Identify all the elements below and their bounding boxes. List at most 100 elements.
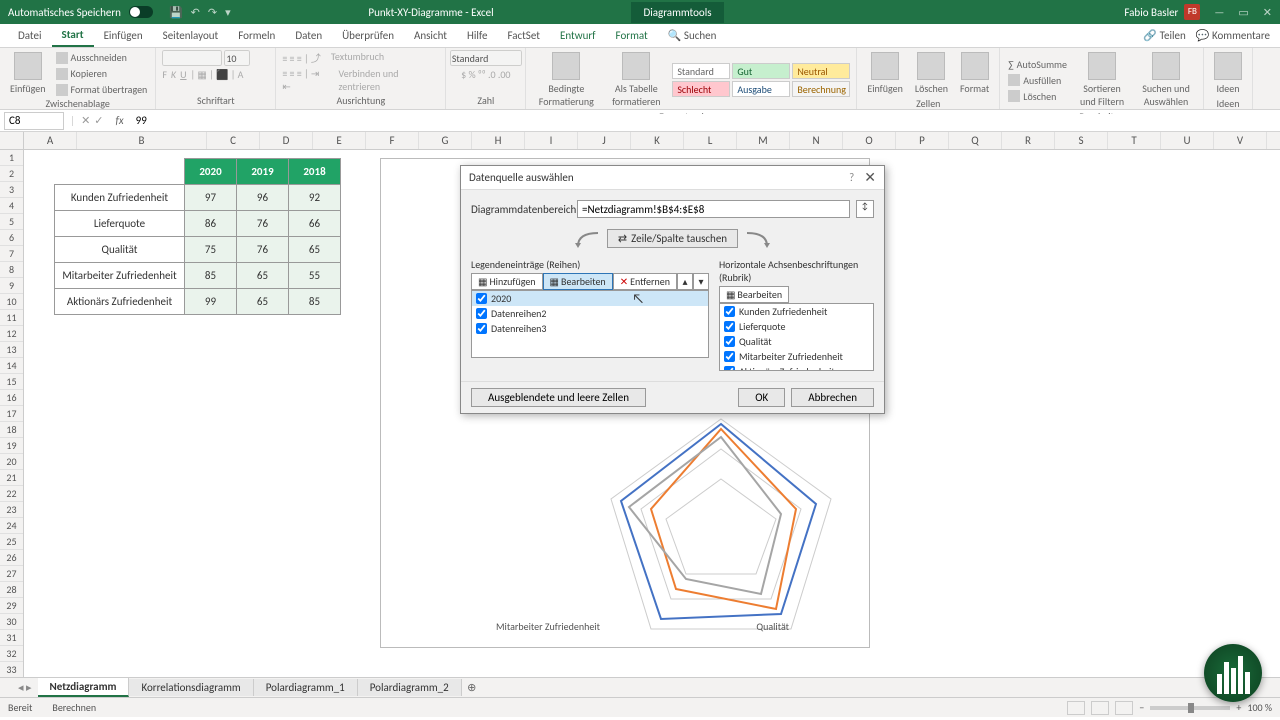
minimize-icon[interactable]: — [1214, 6, 1224, 19]
col-header[interactable]: G [419, 132, 472, 149]
row-header[interactable]: 30 [0, 614, 23, 630]
row-header[interactable]: 33 [0, 662, 23, 677]
row-header[interactable]: 31 [0, 630, 23, 646]
search-box[interactable]: 🔍 Suchen [658, 25, 727, 46]
row-header[interactable]: 28 [0, 582, 23, 598]
row-header[interactable]: 20 [0, 454, 23, 470]
conditional-formatting-button[interactable]: Bedingte Formatierung [532, 50, 600, 110]
comments-button[interactable]: 💬 Kommentare [1196, 29, 1270, 42]
row-header[interactable]: 22 [0, 486, 23, 502]
format-as-table-button[interactable]: Als Tabelle formatieren [604, 50, 668, 110]
row-label[interactable]: Lieferquote [55, 211, 185, 237]
col-header[interactable]: O [843, 132, 896, 149]
sheet-tab[interactable]: Polardiagramm_1 [254, 679, 358, 696]
row-header[interactable]: 18 [0, 422, 23, 438]
font-name[interactable] [162, 50, 222, 66]
sheet-tab[interactable]: Netzdiagramm [38, 678, 130, 697]
copy-button[interactable]: Kopieren [54, 66, 150, 81]
row-header[interactable]: 10 [0, 294, 23, 310]
normal-view-button[interactable] [1067, 701, 1085, 715]
tab-datei[interactable]: Datei [8, 25, 52, 46]
fx-icon[interactable]: fx [116, 114, 124, 127]
year-header[interactable]: 2018 [289, 159, 341, 185]
delete-cells-button[interactable]: Löschen [911, 50, 952, 97]
sheet-tab[interactable]: Korrelationsdiagramm [129, 679, 253, 696]
tab-factset[interactable]: FactSet [497, 25, 550, 46]
dialog-close-icon[interactable]: ✕ [864, 169, 876, 186]
tab-ansicht[interactable]: Ansicht [404, 25, 457, 46]
year-header[interactable]: 2019 [237, 159, 289, 185]
save-icon[interactable]: 💾 [169, 6, 183, 19]
col-header[interactable]: L [684, 132, 737, 149]
cancel-button[interactable]: Abbrechen [791, 388, 874, 407]
remove-series-button[interactable]: ✕ Entfernen [613, 273, 677, 290]
cancel-formula-icon[interactable]: ✕ [81, 114, 90, 127]
row-header[interactable]: 1 [0, 150, 23, 166]
col-header[interactable]: T [1108, 132, 1161, 149]
edit-series-button[interactable]: ▦ Bearbeiten [543, 273, 613, 290]
find-select-button[interactable]: Suchen und Auswählen [1135, 50, 1197, 110]
row-header[interactable]: 23 [0, 502, 23, 518]
zoom-out-button[interactable]: − [1139, 701, 1144, 714]
hidden-cells-button[interactable]: Ausgeblendete und leere Zellen [471, 388, 646, 407]
row-label[interactable]: Mitarbeiter Zufriedenheit [55, 263, 185, 289]
formula-input[interactable] [132, 114, 1280, 127]
font-size[interactable] [224, 50, 250, 66]
tab-formeln[interactable]: Formeln [228, 25, 285, 46]
number-format[interactable] [450, 50, 522, 66]
qat-more-icon[interactable]: ▾ [225, 6, 231, 19]
col-header[interactable]: U [1161, 132, 1214, 149]
row-header[interactable]: 8 [0, 262, 23, 278]
format-painter-button[interactable]: Format übertragen [54, 82, 150, 97]
col-header[interactable]: C [207, 132, 260, 149]
collapse-dialog-icon[interactable]: ↕ [856, 200, 874, 218]
tab-seitenlayout[interactable]: Seitenlayout [153, 25, 229, 46]
tab-start[interactable]: Start [52, 24, 94, 47]
ok-button[interactable]: OK [738, 388, 785, 407]
col-header[interactable]: F [366, 132, 419, 149]
row-header[interactable]: 15 [0, 374, 23, 390]
col-header[interactable]: J [578, 132, 631, 149]
tab-einfuegen[interactable]: Einfügen [94, 25, 153, 46]
col-header[interactable]: K [631, 132, 684, 149]
col-header[interactable]: V [1214, 132, 1267, 149]
move-down-button[interactable]: ▾ [693, 273, 709, 290]
insert-cells-button[interactable]: Einfügen [863, 50, 907, 97]
row-header[interactable]: 29 [0, 598, 23, 614]
autosave-toggle[interactable]: Automatisches Speichern [8, 6, 157, 19]
row-header[interactable]: 5 [0, 214, 23, 230]
fill-button[interactable]: Ausfüllen [1006, 73, 1069, 88]
col-header[interactable]: M [737, 132, 790, 149]
zoom-slider[interactable] [1150, 706, 1230, 710]
worksheet[interactable]: A B C D E F G H I J K L M N O P Q R S T … [0, 132, 1280, 677]
ideas-button[interactable]: Ideen [1210, 50, 1246, 97]
col-header[interactable]: E [313, 132, 366, 149]
add-sheet-button[interactable]: ⊕ [462, 681, 482, 694]
col-header[interactable]: D [260, 132, 313, 149]
cell-styles-gallery[interactable]: Standard Gut Neutral Schlecht Ausgabe Be… [672, 63, 850, 97]
chart-range-input[interactable] [577, 200, 850, 218]
row-header[interactable]: 16 [0, 390, 23, 406]
col-header[interactable]: A [24, 132, 77, 149]
series-listbox[interactable]: 2020 Datenreihen2 Datenreihen3 [471, 290, 709, 358]
tab-hilfe[interactable]: Hilfe [457, 25, 497, 46]
zoom-in-button[interactable]: + [1236, 701, 1241, 714]
row-header[interactable]: 7 [0, 246, 23, 262]
share-button[interactable]: 🔗 Teilen [1143, 29, 1185, 42]
user-account[interactable]: Fabio Basler FB [1124, 4, 1200, 20]
row-header[interactable]: 25 [0, 534, 23, 550]
zoom-level[interactable]: 100 % [1247, 701, 1272, 714]
row-header[interactable]: 4 [0, 198, 23, 214]
cut-button[interactable]: Ausschneiden [54, 50, 150, 65]
select-all-corner[interactable] [0, 132, 24, 149]
close-icon[interactable]: ✕ [1263, 6, 1272, 19]
row-label[interactable]: Kunden Zufriedenheit [55, 185, 185, 211]
tab-format[interactable]: Format [606, 25, 658, 46]
col-header[interactable]: P [896, 132, 949, 149]
row-header[interactable]: 6 [0, 230, 23, 246]
categories-listbox[interactable]: Kunden Zufriedenheit Lieferquote Qualitä… [719, 303, 874, 371]
row-header[interactable]: 19 [0, 438, 23, 454]
year-header[interactable]: 2020 [185, 159, 237, 185]
row-header[interactable]: 26 [0, 550, 23, 566]
autosum-button[interactable]: ∑AutoSumme [1006, 57, 1069, 72]
